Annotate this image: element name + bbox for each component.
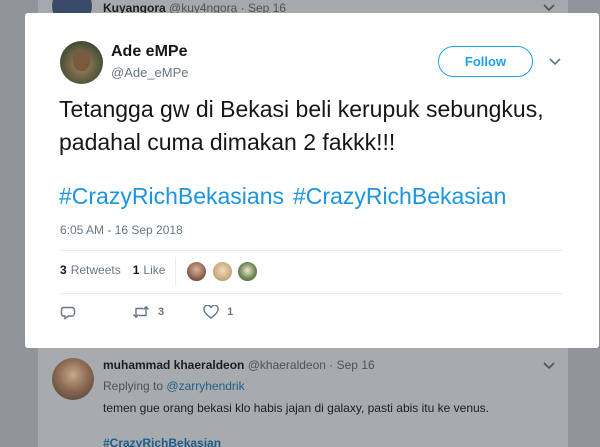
tweet-stats: 3 Retweets 1 Like [60, 263, 165, 277]
liker-avatar[interactable] [237, 261, 258, 282]
like-count: 1 [227, 306, 234, 318]
hashtag-link[interactable]: #CrazyRichBekasian [293, 183, 506, 209]
heart-icon [203, 305, 219, 319]
display-name[interactable]: Ade eMPe [111, 43, 187, 61]
tweet-date: · Sep 16 [329, 358, 375, 372]
replying-to-handle: @zarryhendrik [166, 379, 245, 393]
likes-count: 1 [132, 263, 140, 277]
reply-hashtag: #CrazyRichBekasian [103, 436, 222, 447]
like-button[interactable]: 1 [203, 305, 233, 319]
author-handle: @khaeraldeon [247, 358, 326, 372]
reply-icon [60, 306, 76, 320]
author-name: muhammad khaeraldeon [103, 358, 245, 372]
stats-separator [175, 257, 176, 286]
retweet-count: 3 [158, 306, 165, 318]
reply-button[interactable] [60, 305, 76, 320]
chevron-down-icon [543, 4, 555, 12]
retweet-button[interactable]: 3 [132, 305, 164, 319]
retweets-count: 3 [60, 263, 67, 277]
retweet-icon [132, 305, 150, 319]
tweet-modal: Ade eMPe @Ade_eMPe Follow Tetangga gw di… [25, 13, 599, 348]
avatar-face [73, 49, 90, 71]
hashtag-link[interactable]: #CrazyRichBekasians [59, 183, 284, 209]
liker-avatar[interactable] [186, 261, 207, 282]
avatar[interactable] [60, 41, 103, 84]
chevron-down-icon [543, 362, 555, 370]
divider [60, 250, 563, 251]
user-handle[interactable]: @Ade_eMPe [111, 65, 189, 80]
replying-to-label: Replying to [103, 379, 164, 393]
avatar [52, 358, 94, 400]
likes-stat[interactable]: 1 Like [133, 263, 166, 277]
retweets-label: Retweets [70, 263, 121, 277]
chevron-down-icon[interactable] [548, 55, 562, 67]
retweets-stat[interactable]: 3 Retweets [60, 263, 121, 277]
tweet-actions: 3 1 [60, 304, 233, 320]
hashtag-list: #CrazyRichBekasians #CrazyRichBekasian [59, 180, 506, 213]
replying-to: Replying to @zarryhendrik [103, 379, 245, 393]
divider [60, 293, 563, 294]
tweet-timestamp[interactable]: 6:05 AM - 16 Sep 2018 [60, 223, 183, 237]
reply-text: temen gue orang bekasi klo habis jajan d… [103, 401, 490, 415]
follow-button[interactable]: Follow [438, 46, 533, 77]
reply-header: muhammad khaeraldeon @khaeraldeon · Sep … [103, 358, 375, 372]
likes-label: Like [143, 263, 166, 277]
tweet-text: Tetangga gw di Bekasi beli kerupuk sebun… [59, 96, 544, 155]
liker-avatar[interactable] [212, 261, 233, 282]
